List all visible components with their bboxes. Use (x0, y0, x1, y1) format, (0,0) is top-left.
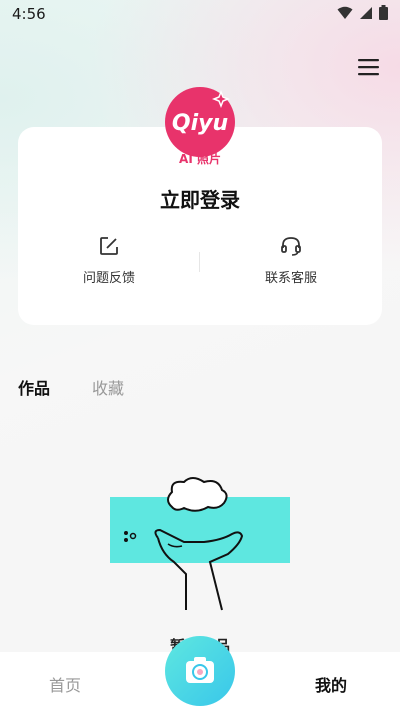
status-bar: 4:56 (0, 0, 400, 28)
content-tabs: 作品 收藏 (18, 375, 124, 399)
app-logo: Qiyu AI 照片 (159, 84, 245, 166)
battery-icon (379, 5, 388, 20)
nav-home[interactable]: 首页 (49, 672, 81, 696)
nav-mine[interactable]: 我的 (315, 672, 347, 696)
feedback-label: 问题反馈 (82, 271, 135, 286)
status-icons (337, 5, 388, 20)
status-time: 4:56 (12, 5, 46, 23)
camera-button[interactable] (165, 636, 235, 706)
signal-icon (360, 6, 372, 19)
tab-works[interactable]: 作品 (18, 375, 50, 399)
tab-favorites[interactable]: 收藏 (92, 375, 124, 399)
camera-icon (186, 657, 214, 683)
logo-brand-text: Qiyu (172, 111, 228, 136)
wifi-icon (337, 6, 353, 19)
customer-service-button[interactable]: 联系客服 (200, 235, 382, 286)
logo-sub-text: AI 照片 (179, 151, 221, 166)
hamburger-icon (358, 59, 379, 76)
menu-button[interactable] (355, 55, 383, 79)
edit-icon (100, 237, 118, 255)
headset-icon (281, 237, 301, 256)
customer-service-label: 联系客服 (264, 271, 317, 286)
feedback-button[interactable]: 问题反馈 (18, 235, 200, 286)
empty-state-illustration (100, 470, 300, 630)
login-button[interactable]: 立即登录 (18, 184, 382, 213)
